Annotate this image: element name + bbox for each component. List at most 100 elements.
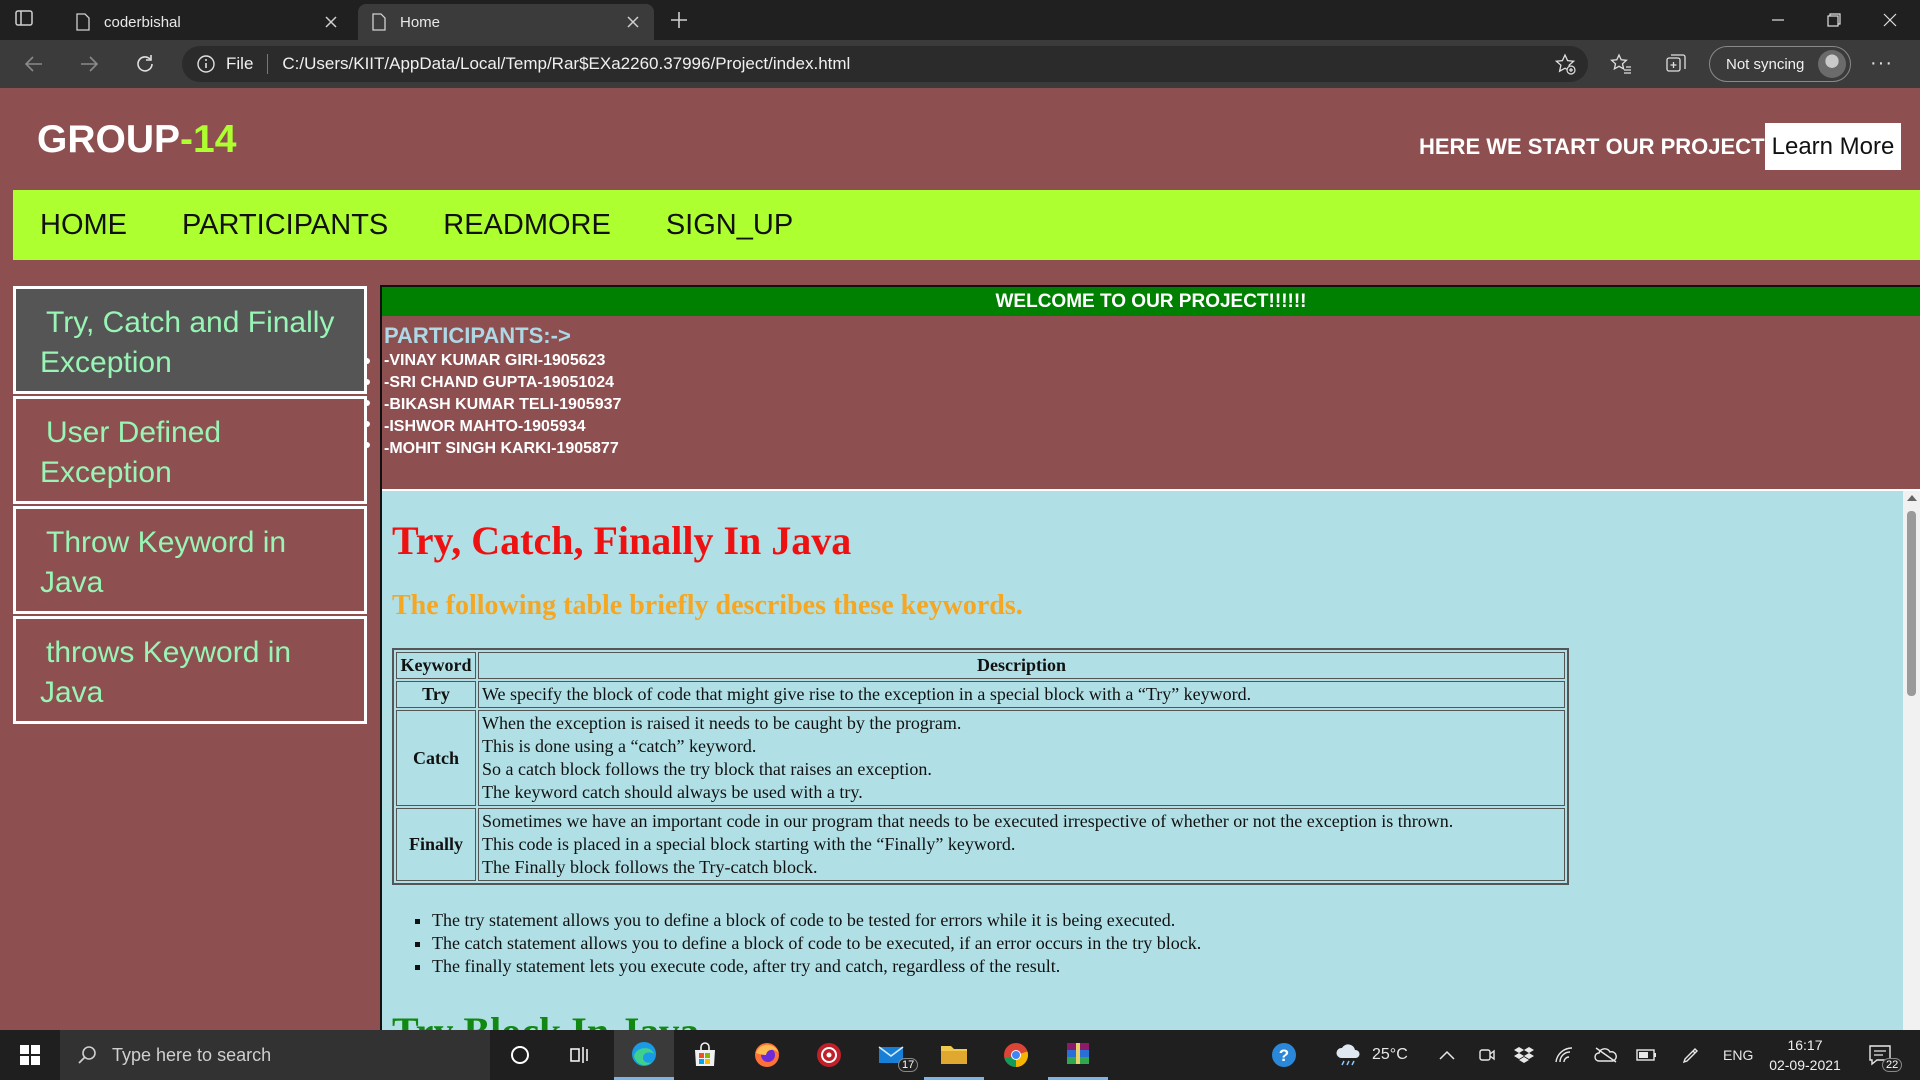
- notification-center-icon[interactable]: 22: [1868, 1030, 1903, 1080]
- participants-title: PARTICIPANTS:->: [384, 323, 571, 348]
- microsoft-store-icon[interactable]: [675, 1030, 735, 1080]
- sidebar-item-throws-keyword[interactable]: throws Keyword in Java: [13, 616, 367, 724]
- firefox-icon[interactable]: [737, 1030, 797, 1080]
- battery-icon[interactable]: [1636, 1030, 1658, 1080]
- tab-coderbishal[interactable]: coderbishal: [62, 4, 352, 40]
- learn-more-button[interactable]: Learn More: [1765, 123, 1901, 170]
- address-bar[interactable]: File C:/Users/KIIT/AppData/Local/Temp/Ra…: [182, 46, 1588, 82]
- search-icon: [78, 1046, 96, 1064]
- show-hidden-icons-icon[interactable]: [1438, 1030, 1456, 1080]
- table-row: Catch When the exception is raised it ne…: [396, 710, 1565, 806]
- start-button[interactable]: [0, 1030, 60, 1080]
- list-item: The finally statement lets you execute c…: [432, 955, 1920, 978]
- chrome-icon[interactable]: [986, 1030, 1046, 1080]
- summary-list: The try statement allows you to define a…: [432, 909, 1920, 978]
- nav-participants[interactable]: PARTICIPANTS: [182, 209, 388, 242]
- nav-home[interactable]: HOME: [40, 209, 127, 242]
- section-heading: Try Block In Java: [392, 1008, 1920, 1030]
- forward-button[interactable]: [75, 50, 103, 78]
- table-cell-keyword: Finally: [396, 808, 476, 881]
- description-line: This code is placed in a special block s…: [482, 834, 1016, 854]
- language-indicator[interactable]: ENG: [1723, 1030, 1753, 1080]
- participant-item: -MOHIT SINGH KARKI-1905877: [384, 440, 619, 457]
- tab-actions-icon[interactable]: [14, 8, 48, 32]
- sidebar-item-label: throws Keyword in: [46, 636, 292, 669]
- refresh-button[interactable]: [131, 50, 159, 78]
- separator: [267, 54, 269, 74]
- sidebar-item-user-defined-exception[interactable]: User Defined Exception: [13, 396, 367, 504]
- help-icon[interactable]: ?: [1270, 1030, 1298, 1080]
- scrollbar-thumb[interactable]: [1907, 511, 1916, 696]
- profile-sync-button[interactable]: Not syncing: [1709, 46, 1851, 82]
- language-label: ENG: [1723, 1047, 1754, 1063]
- table-row: Finally Sometimes we have an important c…: [396, 808, 1565, 881]
- article-frame[interactable]: Try, Catch, Finally In Java The followin…: [382, 489, 1920, 1030]
- main-content: WELCOME TO OUR PROJECT!!!!!! PARTICIPANT…: [380, 285, 1920, 1030]
- notification-badge: 22: [1882, 1058, 1903, 1072]
- mail-badge: 17: [898, 1058, 919, 1072]
- sync-status-label: Not syncing: [1726, 55, 1805, 73]
- welcome-banner: WELCOME TO OUR PROJECT!!!!!!: [382, 287, 1920, 316]
- brand-main: GROUP: [37, 118, 181, 161]
- clock-date: 02-09-2021: [1769, 1057, 1841, 1073]
- nav-sign-up[interactable]: SIGN_UP: [666, 209, 793, 242]
- clock[interactable]: 16:17 02-09-2021: [1755, 1035, 1855, 1075]
- table-cell-description: When the exception is raised it needs to…: [478, 710, 1565, 806]
- table-header: Description: [478, 652, 1565, 679]
- tab-title: Home: [400, 13, 441, 31]
- avatar: [1818, 50, 1846, 78]
- task-view-icon[interactable]: [550, 1030, 610, 1080]
- file-explorer-icon[interactable]: [924, 1030, 984, 1080]
- participants-list: -VINAY KUMAR GIRI-1905623 -SRI CHAND GUP…: [384, 350, 1920, 460]
- close-window-button[interactable]: [1862, 0, 1918, 40]
- cloud-rain-icon: [1336, 1044, 1360, 1066]
- taskbar-search[interactable]: Type here to search: [60, 1030, 490, 1080]
- article-title: Try, Catch, Finally In Java: [392, 518, 852, 563]
- participant-item: -SRI CHAND GUPTA-19051024: [384, 374, 614, 391]
- participants-section: PARTICIPANTS:-> -VINAY KUMAR GIRI-190562…: [382, 316, 1920, 489]
- site-logo[interactable]: GROUP-14: [37, 118, 236, 162]
- url-text[interactable]: C:/Users/KIIT/AppData/Local/Temp/Rar$EXa…: [282, 54, 850, 74]
- mail-icon[interactable]: 17: [862, 1030, 922, 1080]
- temperature-label: 25°C: [1372, 1046, 1408, 1063]
- new-tab-button[interactable]: [668, 9, 690, 31]
- wifi-icon[interactable]: [1554, 1030, 1574, 1080]
- meet-now-icon[interactable]: [1477, 1030, 1497, 1080]
- description-line: When the exception is raised it needs to…: [482, 713, 962, 733]
- add-favorite-icon[interactable]: [1554, 53, 1576, 75]
- table-header: Keyword: [396, 652, 476, 679]
- cortana-icon[interactable]: [490, 1030, 550, 1080]
- collections-icon[interactable]: [1664, 52, 1688, 76]
- list-item: The catch statement allows you to define…: [432, 932, 1920, 955]
- app-icon-red[interactable]: [799, 1030, 859, 1080]
- back-button[interactable]: [20, 50, 48, 78]
- windows-taskbar: Type here to search 17 ? 25°C ENG 16:17 …: [0, 1030, 1920, 1080]
- sidebar-item-label: User Defined: [46, 416, 222, 449]
- restore-button[interactable]: [1806, 0, 1862, 40]
- list-item: The try statement allows you to define a…: [432, 909, 1920, 932]
- tab-home[interactable]: Home: [358, 4, 654, 40]
- close-tab-icon[interactable]: [626, 15, 640, 29]
- onedrive-icon[interactable]: [1594, 1030, 1618, 1080]
- scroll-up-icon[interactable]: [1907, 495, 1917, 501]
- edge-browser-icon[interactable]: [614, 1030, 674, 1080]
- svg-text:?: ?: [1279, 1046, 1289, 1065]
- sidebar-item-try-catch-finally[interactable]: Try, Catch and Finally Exception: [13, 286, 367, 394]
- close-tab-icon[interactable]: [324, 15, 338, 29]
- minimize-button[interactable]: [1750, 0, 1806, 40]
- clock-time: 16:17: [1787, 1037, 1823, 1053]
- windows-logo-icon: [20, 1045, 40, 1065]
- favorites-icon[interactable]: [1609, 52, 1633, 76]
- winrar-icon[interactable]: [1048, 1030, 1108, 1080]
- weather-widget[interactable]: 25°C: [1334, 1030, 1408, 1080]
- keywords-table: Keyword Description Try We specify the b…: [392, 648, 1569, 885]
- pen-workspace-icon[interactable]: [1681, 1030, 1701, 1080]
- info-icon[interactable]: [196, 54, 216, 74]
- dropbox-icon[interactable]: [1514, 1030, 1534, 1080]
- table-cell-description: Sometimes we have an important code in o…: [478, 808, 1565, 881]
- nav-readmore[interactable]: READMORE: [443, 209, 611, 242]
- sidebar-item-throw-keyword[interactable]: Throw Keyword in Java: [13, 506, 367, 614]
- table-header-row: Keyword Description: [396, 652, 1565, 679]
- article-scrollbar[interactable]: [1903, 491, 1920, 1030]
- settings-more-icon[interactable]: ···: [1870, 52, 1893, 75]
